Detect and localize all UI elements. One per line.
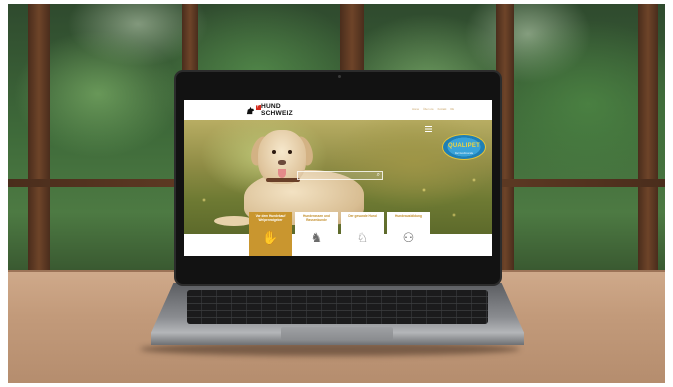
scene: HUND SCHWEIZ Home Über uns Kontakt DE <box>0 0 673 387</box>
card-title: Vor dem Hundekauf Welpenratgeber <box>255 214 286 222</box>
laptop-trackpad <box>281 327 393 340</box>
card-title: Hundeausbildung <box>395 214 422 218</box>
logo-line-2: SCHWEIZ <box>261 109 293 117</box>
laptop-screen: HUND SCHWEIZ Home Über uns Kontakt DE <box>184 100 492 258</box>
site-logo[interactable]: HUND SCHWEIZ <box>246 102 298 118</box>
nav-item-home[interactable]: Home <box>412 108 419 111</box>
card-puppy-guide[interactable]: Vor dem Hundekauf Welpenratgeber ✋ <box>249 212 292 258</box>
dog-eye-right <box>288 150 292 154</box>
badge-subtitle: Der Gut-Freunde <box>455 152 474 155</box>
screen-bottom-bezel <box>184 256 492 258</box>
camera-icon <box>338 75 341 78</box>
puppy-icon: ✋ <box>262 230 279 245</box>
window-frame-left <box>28 4 50 272</box>
laptop-lid: HUND SCHWEIZ Home Über uns Kontakt DE <box>174 70 502 286</box>
qualipet-badge[interactable]: QUALIPET Der Gut-Freunde <box>442 134 486 160</box>
card-title: Hunderassen und Rassenkunde <box>303 214 330 222</box>
card-dog-breeds[interactable]: Hunderassen und Rassenkunde ♞ <box>295 212 338 258</box>
training-icon: ⚇ <box>402 230 415 245</box>
nav-item-contact[interactable]: Kontakt <box>438 108 447 111</box>
search-icon[interactable]: ⌕ <box>377 172 380 179</box>
dog-nose <box>278 160 286 165</box>
dog-tongue <box>278 169 286 178</box>
badge-title: QUALIPET <box>448 143 480 149</box>
nav-item-language[interactable]: DE <box>450 108 454 111</box>
health-icon: ♘ <box>356 230 369 245</box>
card-dog-training[interactable]: Hundeausbildung ⚇ <box>387 212 430 258</box>
card-title: Der gesunde Hund <box>348 214 377 218</box>
dog-icon: ♞ <box>310 230 323 245</box>
category-cards: Vor dem Hundekauf Welpenratgeber ✋ Hunde… <box>184 212 492 258</box>
logo-text: HUND SCHWEIZ <box>261 103 293 117</box>
keyboard-rows <box>187 290 488 324</box>
site-nav: Home Über uns Kontakt DE <box>412 108 454 111</box>
nav-item-about[interactable]: Über uns <box>423 108 434 111</box>
card-healthy-dog[interactable]: Der gesunde Hund ♘ <box>341 212 384 258</box>
menu-icon[interactable] <box>425 126 432 132</box>
dog-collar <box>266 178 300 182</box>
window-frame-right <box>638 4 658 272</box>
site-header: HUND SCHWEIZ Home Über uns Kontakt DE <box>184 100 492 120</box>
dog-eye-left <box>272 150 276 154</box>
dog-logo-icon <box>246 106 255 115</box>
search-input[interactable]: ⌕ <box>297 171 383 180</box>
